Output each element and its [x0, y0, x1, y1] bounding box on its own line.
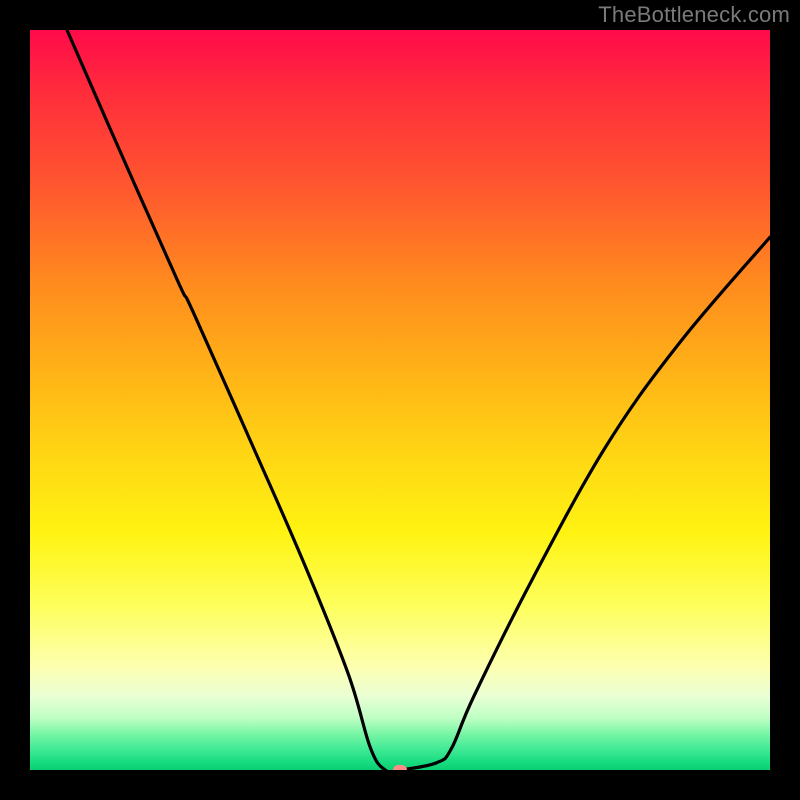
minimum-marker [393, 765, 407, 770]
watermark-text: TheBottleneck.com [598, 2, 790, 28]
bottleneck-curve [30, 30, 770, 770]
plot-area [30, 30, 770, 770]
chart-container: TheBottleneck.com [0, 0, 800, 800]
